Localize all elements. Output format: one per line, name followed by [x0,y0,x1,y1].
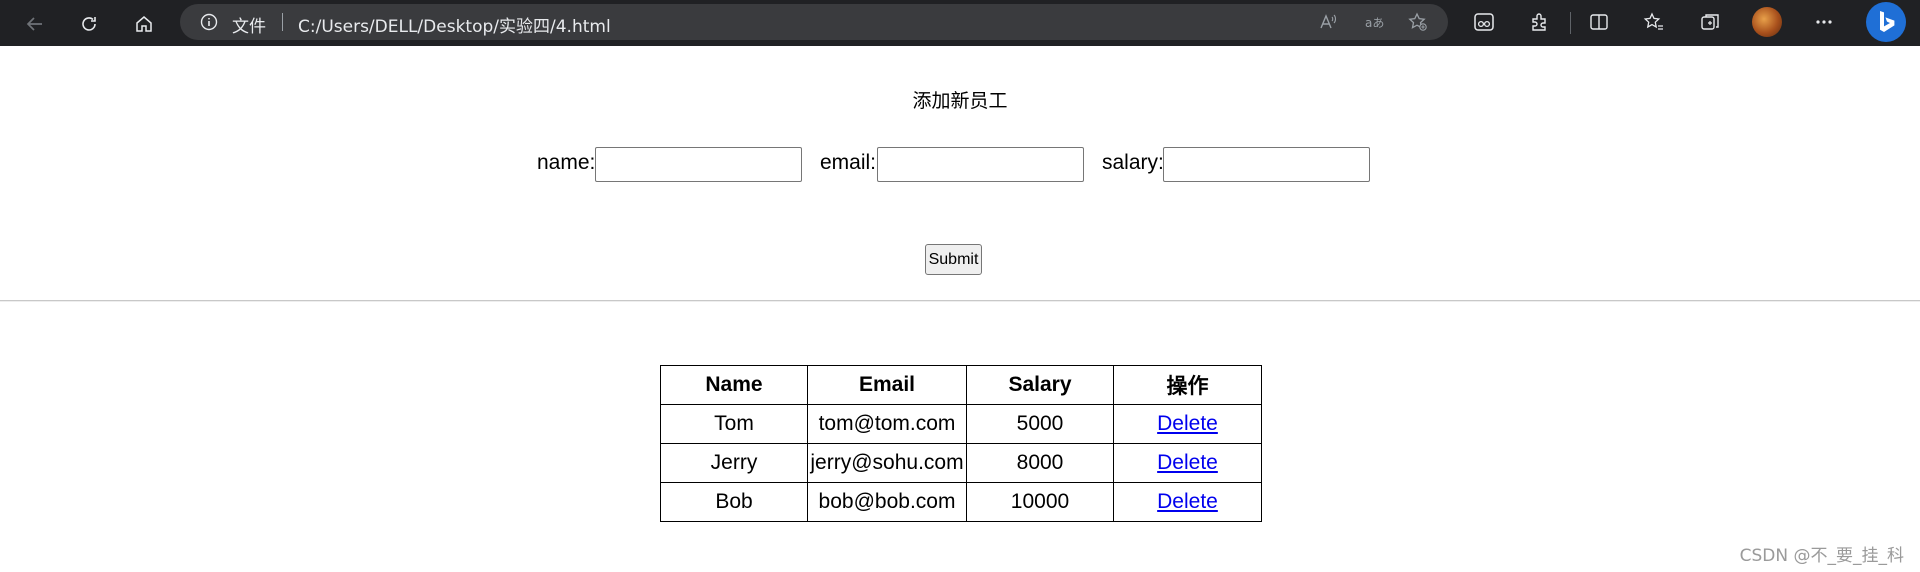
refresh-button[interactable] [72,7,106,41]
salary-label: salary: [1102,151,1164,174]
extensions-puzzle-icon[interactable] [1528,10,1552,34]
watermark: CSDN @不_要_挂_科 [1739,546,1904,566]
name-label: name: [537,151,596,174]
table-row: Jerry jerry@sohu.com 8000 Delete [660,443,1262,483]
header-name: Name [660,365,808,405]
toolbar-divider [1570,12,1571,34]
info-icon[interactable] [200,13,218,31]
cell-salary: 10000 [966,482,1114,522]
horizontal-rule [0,300,1920,302]
split-screen-icon[interactable] [1587,10,1611,34]
cell-name: Tom [660,404,808,444]
form-title: 添加新员工 [912,90,1008,112]
cell-action: Delete [1113,482,1262,522]
email-input[interactable] [877,147,1084,182]
header-salary: Salary [966,365,1114,405]
read-aloud-icon[interactable] [1318,12,1338,32]
extension-icon[interactable] [1472,10,1496,34]
delete-link[interactable]: Delete [1157,490,1218,513]
address-scheme: 文件 [232,17,266,37]
more-menu-icon[interactable] [1812,10,1836,34]
cell-action: Delete [1113,443,1262,483]
cell-email: tom@tom.com [807,404,967,444]
cell-action: Delete [1113,404,1262,444]
employee-form: name: email: salary: [0,147,1920,183]
header-action: 操作 [1113,365,1262,405]
profile-avatar[interactable] [1752,7,1782,37]
delete-link[interactable]: Delete [1157,451,1218,474]
table-row: Bob bob@bob.com 10000 Delete [660,482,1262,522]
email-label: email: [820,151,877,174]
salary-input[interactable] [1163,147,1370,182]
cell-salary: 5000 [966,404,1114,444]
address-url[interactable]: C:/Users/DELL/Desktop/实验四/4.html [298,12,611,37]
table-header-row: Name Email Salary 操作 [660,365,1262,405]
refresh-icon [82,17,96,31]
cell-email: bob@bob.com [807,482,967,522]
translate-icon[interactable]: aあ [1364,12,1384,32]
employee-table: Name Email Salary 操作 Tom tom@tom.com 500… [660,365,1262,522]
address-divider [282,13,283,31]
name-input[interactable] [595,147,802,182]
cell-salary: 8000 [966,443,1114,483]
home-button[interactable] [127,7,161,41]
cell-name: Jerry [660,443,808,483]
add-favorite-icon[interactable] [1408,12,1428,32]
table-row: Tom tom@tom.com 5000 Delete [660,404,1262,444]
svg-text:aあ: aあ [1365,16,1384,30]
collections-icon[interactable] [1698,10,1722,34]
favorites-icon[interactable] [1642,10,1666,34]
browser-toolbar: 文件 C:/Users/DELL/Desktop/实验四/4.html aあ [0,0,1920,46]
bing-copilot-icon[interactable] [1866,2,1906,42]
address-bar[interactable]: 文件 C:/Users/DELL/Desktop/实验四/4.html aあ [180,4,1448,40]
delete-link[interactable]: Delete [1157,412,1218,435]
cell-email: jerry@sohu.com [807,443,967,483]
back-arrow-icon [26,17,42,31]
cell-name: Bob [660,482,808,522]
back-button[interactable] [18,7,52,41]
submit-button[interactable]: Submit [925,244,982,275]
home-icon [136,16,152,32]
header-email: Email [807,365,967,405]
